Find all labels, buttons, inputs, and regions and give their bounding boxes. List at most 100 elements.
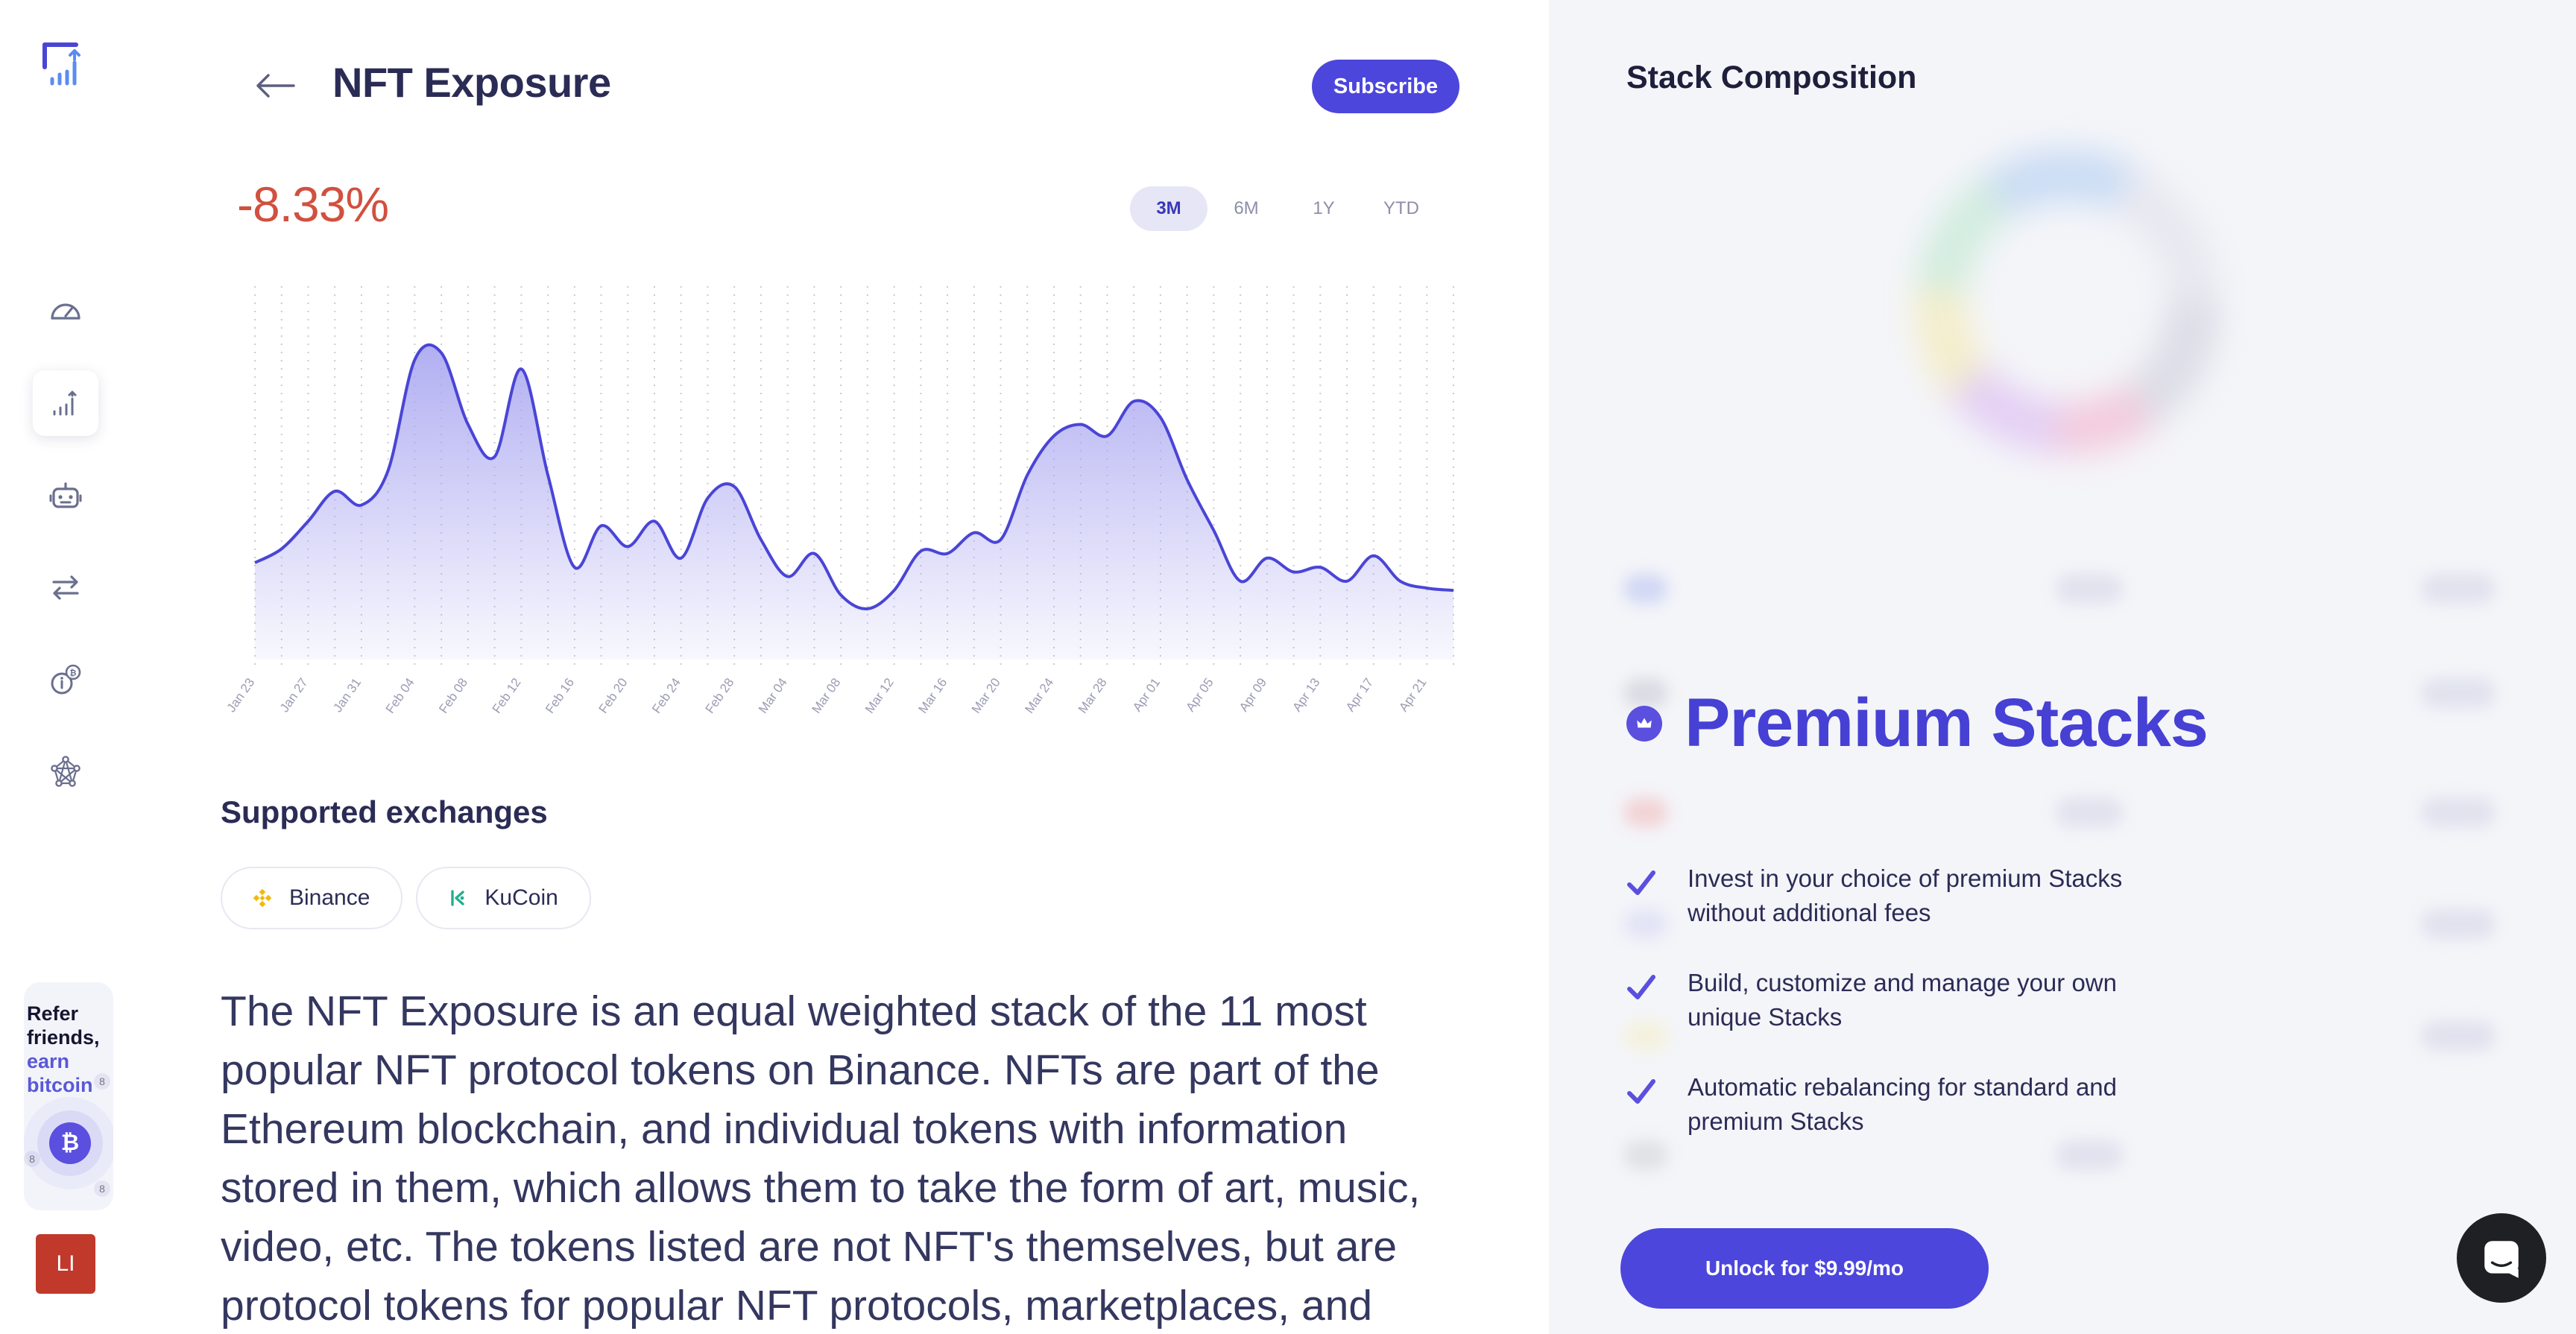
x-tick-label: Mar 08 bbox=[809, 675, 843, 715]
exchange-chip-kucoin[interactable]: KuCoin bbox=[416, 867, 591, 929]
data-point[interactable] bbox=[890, 586, 899, 595]
data-point[interactable] bbox=[809, 549, 818, 558]
data-point[interactable] bbox=[997, 535, 1006, 544]
performance-chart[interactable]: Jan 23 Jan 27 Jan 31 Feb 04 Feb 08 Feb 12 Feb … bbox=[216, 276, 1468, 753]
data-point[interactable] bbox=[943, 549, 952, 558]
x-tick-label: Apr 05 bbox=[1183, 675, 1216, 714]
x-tick-label: Feb 28 bbox=[703, 675, 737, 715]
data-point[interactable] bbox=[597, 522, 606, 531]
data-point[interactable] bbox=[1342, 577, 1351, 586]
data-point[interactable] bbox=[1263, 554, 1272, 563]
composition-row-blurred bbox=[1623, 790, 2503, 835]
data-point[interactable] bbox=[330, 487, 339, 496]
sidebar-item-bots[interactable] bbox=[33, 464, 98, 529]
x-tick-label: Feb 04 bbox=[383, 675, 417, 715]
data-point[interactable] bbox=[1049, 432, 1058, 440]
data-point[interactable] bbox=[1102, 432, 1111, 440]
data-point[interactable] bbox=[410, 355, 419, 364]
data-point[interactable] bbox=[1129, 397, 1138, 406]
check-icon bbox=[1627, 975, 1655, 999]
data-point[interactable] bbox=[730, 482, 739, 491]
premium-title: Premium Stacks bbox=[1685, 685, 2209, 761]
data-point[interactable] bbox=[490, 452, 499, 461]
crown-icon bbox=[1626, 705, 1662, 742]
data-point[interactable] bbox=[1289, 567, 1298, 576]
data-point[interactable] bbox=[1183, 475, 1192, 484]
gauge-icon bbox=[51, 303, 80, 320]
sidebar-item-network[interactable] bbox=[33, 739, 98, 805]
data-point[interactable] bbox=[464, 420, 473, 429]
exchange-chip-binance[interactable]: Binance bbox=[221, 867, 403, 929]
sidebar-item-dashboard[interactable] bbox=[33, 277, 98, 343]
avatar[interactable]: LI bbox=[36, 1234, 95, 1294]
data-point[interactable] bbox=[303, 516, 312, 525]
x-tick-label: Mar 16 bbox=[915, 675, 950, 715]
svg-text:₿: ₿ bbox=[70, 668, 77, 678]
data-point[interactable] bbox=[916, 547, 925, 556]
unlock-button[interactable]: Unlock for $9.99/mo bbox=[1620, 1228, 1989, 1309]
bitcoin-icon: ₿ bbox=[49, 1122, 91, 1164]
refer-text-1: Refer bbox=[27, 1002, 79, 1025]
data-point[interactable] bbox=[517, 364, 525, 373]
sidebar-item-trade[interactable] bbox=[33, 554, 98, 620]
range-3m[interactable]: 3M bbox=[1130, 186, 1208, 231]
data-point[interactable] bbox=[650, 516, 659, 525]
data-point[interactable] bbox=[1449, 586, 1458, 595]
data-point[interactable] bbox=[1316, 563, 1325, 572]
data-point[interactable] bbox=[1156, 413, 1165, 422]
refer-friends-card[interactable]: Refer friends, earn bitcoin 8 8 8 ₿ bbox=[24, 982, 113, 1210]
chat-launcher-button[interactable] bbox=[2457, 1213, 2546, 1303]
data-point[interactable] bbox=[384, 466, 393, 475]
data-point[interactable] bbox=[357, 501, 366, 510]
robot-icon bbox=[49, 482, 82, 508]
data-point[interactable] bbox=[836, 590, 845, 599]
data-point[interactable] bbox=[543, 471, 552, 480]
x-tick-label: Jan 27 bbox=[277, 675, 311, 715]
x-tick-label: Mar 20 bbox=[969, 675, 1003, 715]
coin-badge: 8 bbox=[94, 1180, 110, 1197]
data-point[interactable] bbox=[1396, 577, 1405, 586]
x-tick-label: Mar 24 bbox=[1022, 675, 1056, 715]
coin-badge: 8 bbox=[24, 1151, 40, 1167]
data-point[interactable] bbox=[1369, 551, 1378, 560]
binance-icon bbox=[253, 888, 272, 908]
sidebar: ₿ Refer friends, earn bitcoin 8 8 8 ₿ LI bbox=[0, 0, 131, 1334]
data-point[interactable] bbox=[1422, 584, 1431, 592]
exchanges-heading: Supported exchanges bbox=[221, 794, 548, 829]
composition-donut-blurred bbox=[1914, 149, 2220, 455]
subscribe-button[interactable]: Subscribe bbox=[1312, 60, 1459, 113]
chat-icon bbox=[2484, 1241, 2519, 1278]
x-tick-label: Apr 01 bbox=[1130, 675, 1163, 714]
back-arrow-icon[interactable] bbox=[253, 67, 298, 104]
data-point[interactable] bbox=[783, 572, 792, 581]
info-bitcoin-icon: ₿ bbox=[51, 664, 81, 695]
logo-icon[interactable] bbox=[42, 42, 89, 89]
exchange-label: Binance bbox=[289, 885, 370, 910]
range-ytd[interactable]: YTD bbox=[1363, 186, 1440, 231]
range-1y[interactable]: 1Y bbox=[1285, 186, 1363, 231]
kucoin-icon bbox=[451, 890, 465, 906]
data-point[interactable] bbox=[703, 493, 712, 502]
refer-text-2: friends, bbox=[27, 1026, 100, 1049]
data-point[interactable] bbox=[623, 542, 632, 551]
data-point[interactable] bbox=[1023, 471, 1032, 480]
data-point[interactable] bbox=[677, 554, 686, 563]
x-tick-label: Apr 13 bbox=[1289, 675, 1322, 714]
data-point[interactable] bbox=[277, 545, 286, 554]
data-point[interactable] bbox=[437, 349, 446, 358]
data-point[interactable] bbox=[863, 604, 872, 613]
feature-item: Build, customize and manage your own uni… bbox=[1623, 966, 2190, 1034]
data-point[interactable] bbox=[1236, 577, 1245, 586]
data-point[interactable] bbox=[970, 528, 979, 537]
data-point[interactable] bbox=[570, 563, 579, 572]
x-tick-label: Mar 12 bbox=[862, 675, 897, 715]
data-point[interactable] bbox=[250, 558, 259, 567]
sidebar-item-stacks[interactable] bbox=[33, 370, 98, 436]
data-point[interactable] bbox=[757, 535, 765, 544]
sidebar-item-info[interactable]: ₿ bbox=[33, 647, 98, 712]
data-point[interactable] bbox=[1209, 526, 1218, 535]
composition-panel: Stack Composition Premium Stacks Invest … bbox=[1549, 0, 2576, 1334]
network-icon bbox=[51, 756, 80, 787]
range-6m[interactable]: 6M bbox=[1208, 186, 1285, 231]
data-point[interactable] bbox=[1076, 420, 1085, 429]
